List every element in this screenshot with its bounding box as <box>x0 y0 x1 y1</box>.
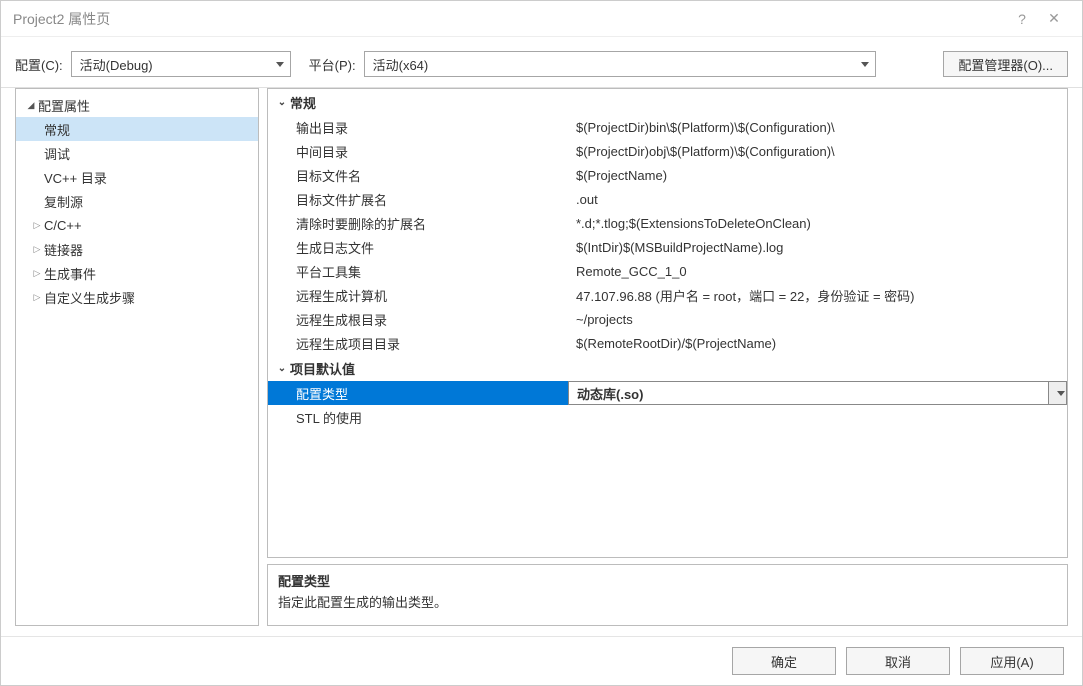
chevron-down-icon: ⌄ <box>274 363 290 374</box>
property-grid[interactable]: ⌄常规输出目录$(ProjectDir)bin\$(Platform)\$(Co… <box>267 88 1068 558</box>
titlebar: Project2 属性页 ? ✕ <box>1 1 1082 37</box>
config-label: 配置(C): <box>15 55 63 74</box>
pg-row[interactable]: 远程生成项目目录$(RemoteRootDir)/$(ProjectName) <box>268 331 1067 355</box>
pg-row[interactable]: STL 的使用 <box>268 405 1067 429</box>
tree-item-label: 复制源 <box>44 192 83 211</box>
pg-row[interactable]: 输出目录$(ProjectDir)bin\$(Platform)\$(Confi… <box>268 115 1067 139</box>
caret-closed-icon[interactable] <box>30 267 44 279</box>
tree-item-label: 自定义生成步骤 <box>44 288 135 307</box>
chevron-down-icon: ⌄ <box>274 97 290 108</box>
tree-item-label: 调试 <box>44 144 70 163</box>
pg-value[interactable]: *.d;*.tlog;$(ExtensionsToDeleteOnClean) <box>568 211 1067 235</box>
caret-closed-icon[interactable] <box>30 291 44 303</box>
pg-row[interactable]: 平台工具集Remote_GCC_1_0 <box>268 259 1067 283</box>
apply-button[interactable]: 应用(A) <box>960 647 1064 675</box>
pg-row[interactable]: 配置类型动态库(.so) <box>268 381 1067 405</box>
tree-item-label: 常规 <box>44 120 70 139</box>
platform-label: 平台(P): <box>309 55 356 74</box>
caret-open-icon[interactable] <box>24 99 38 111</box>
description-title: 配置类型 <box>278 571 1057 590</box>
close-icon[interactable]: ✕ <box>1038 10 1070 27</box>
pg-value[interactable]: ~/projects <box>568 307 1067 331</box>
tree-item[interactable]: 自定义生成步骤 <box>16 285 258 309</box>
main-panel: ⌄常规输出目录$(ProjectDir)bin\$(Platform)\$(Co… <box>267 88 1068 626</box>
pg-name: 目标文件名 <box>268 163 568 187</box>
config-manager-button[interactable]: 配置管理器(O)... <box>943 51 1068 77</box>
pg-value[interactable]: $(IntDir)$(MSBuildProjectName).log <box>568 235 1067 259</box>
pg-value[interactable]: 动态库(.so) <box>568 381 1067 405</box>
pg-row[interactable]: 生成日志文件$(IntDir)$(MSBuildProjectName).log <box>268 235 1067 259</box>
tree-item-label: C/C++ <box>44 218 82 233</box>
sidebar-tree[interactable]: 配置属性 常规调试 VC++ 目录复制源 C/C++ 链接器生成事件自定义生成步骤 <box>15 88 259 626</box>
window-title: Project2 属性页 <box>13 9 1006 29</box>
pg-row[interactable]: 中间目录$(ProjectDir)obj\$(Platform)\$(Confi… <box>268 139 1067 163</box>
config-type-dropdown[interactable]: 动态库(.so)静态库(.a)应用程序(.out)生成文件 <box>568 557 1067 558</box>
tree-item[interactable]: 复制源 <box>16 189 258 213</box>
config-select[interactable]: 活动(Debug) <box>71 51 291 77</box>
pg-value[interactable]: $(ProjectName) <box>568 163 1067 187</box>
pg-value[interactable]: $(ProjectDir)obj\$(Platform)\$(Configura… <box>568 139 1067 163</box>
tree-root-label: 配置属性 <box>38 96 90 115</box>
chevron-down-icon <box>861 62 869 67</box>
pg-name: 远程生成项目目录 <box>268 331 568 355</box>
caret-closed-icon[interactable] <box>30 219 44 231</box>
footer: 确定 取消 应用(A) <box>1 636 1082 685</box>
tree-item[interactable]: 调试 <box>16 141 258 165</box>
ok-button[interactable]: 确定 <box>732 647 836 675</box>
pg-value[interactable]: Remote_GCC_1_0 <box>568 259 1067 283</box>
property-dialog: Project2 属性页 ? ✕ 配置(C): 活动(Debug) 平台(P):… <box>0 0 1083 686</box>
platform-select[interactable]: 活动(x64) <box>364 51 876 77</box>
pg-section-header[interactable]: ⌄常规 <box>268 89 1067 115</box>
pg-section-header[interactable]: ⌄项目默认值 <box>268 355 1067 381</box>
pg-name: 生成日志文件 <box>268 235 568 259</box>
tree-item[interactable]: C/C++ <box>16 213 258 237</box>
tree-root[interactable]: 配置属性 <box>16 93 258 117</box>
pg-value[interactable]: 47.107.96.88 (用户名 = root，端口 = 22，身份验证 = … <box>568 283 1067 307</box>
pg-name: 配置类型 <box>268 381 568 405</box>
pg-row[interactable]: 远程生成根目录~/projects <box>268 307 1067 331</box>
caret-closed-icon[interactable] <box>30 243 44 255</box>
pg-name: 远程生成根目录 <box>268 307 568 331</box>
pg-section-title: 常规 <box>290 93 316 112</box>
cancel-button[interactable]: 取消 <box>846 647 950 675</box>
pg-name: 中间目录 <box>268 139 568 163</box>
config-value: 活动(Debug) <box>80 55 153 74</box>
platform-value: 活动(x64) <box>373 55 429 74</box>
dropdown-button[interactable] <box>1048 382 1066 404</box>
pg-row[interactable]: 清除时要删除的扩展名*.d;*.tlog;$(ExtensionsToDelet… <box>268 211 1067 235</box>
pg-row[interactable]: 目标文件名$(ProjectName) <box>268 163 1067 187</box>
help-icon[interactable]: ? <box>1006 11 1038 27</box>
description-text: 指定此配置生成的输出类型。 <box>278 592 1057 611</box>
tree-item-label: 链接器 <box>44 240 83 259</box>
pg-name: STL 的使用 <box>268 405 568 429</box>
tree-item[interactable]: 链接器 <box>16 237 258 261</box>
tree-item[interactable]: 常规 <box>16 117 258 141</box>
pg-name: 输出目录 <box>268 115 568 139</box>
tree-item[interactable]: VC++ 目录 <box>16 165 258 189</box>
pg-value[interactable]: $(RemoteRootDir)/$(ProjectName) <box>568 331 1067 355</box>
pg-value[interactable]: .out <box>568 187 1067 211</box>
toolbar: 配置(C): 活动(Debug) 平台(P): 活动(x64) 配置管理器(O)… <box>1 37 1082 88</box>
tree-item-label: VC++ 目录 <box>44 168 107 187</box>
description-panel: 配置类型 指定此配置生成的输出类型。 <box>267 564 1068 626</box>
pg-value[interactable] <box>568 405 1067 429</box>
pg-row[interactable]: 远程生成计算机47.107.96.88 (用户名 = root，端口 = 22，… <box>268 283 1067 307</box>
chevron-down-icon <box>1057 391 1065 396</box>
pg-value[interactable]: $(ProjectDir)bin\$(Platform)\$(Configura… <box>568 115 1067 139</box>
pg-section-title: 项目默认值 <box>290 359 355 378</box>
pg-name: 清除时要删除的扩展名 <box>268 211 568 235</box>
tree-item[interactable]: 生成事件 <box>16 261 258 285</box>
chevron-down-icon <box>276 62 284 67</box>
dialog-body: 配置属性 常规调试 VC++ 目录复制源 C/C++ 链接器生成事件自定义生成步骤 ⌄… <box>1 88 1082 636</box>
pg-name: 远程生成计算机 <box>268 283 568 307</box>
pg-name: 目标文件扩展名 <box>268 187 568 211</box>
pg-name: 平台工具集 <box>268 259 568 283</box>
tree-item-label: 生成事件 <box>44 264 96 283</box>
pg-row[interactable]: 目标文件扩展名.out <box>268 187 1067 211</box>
